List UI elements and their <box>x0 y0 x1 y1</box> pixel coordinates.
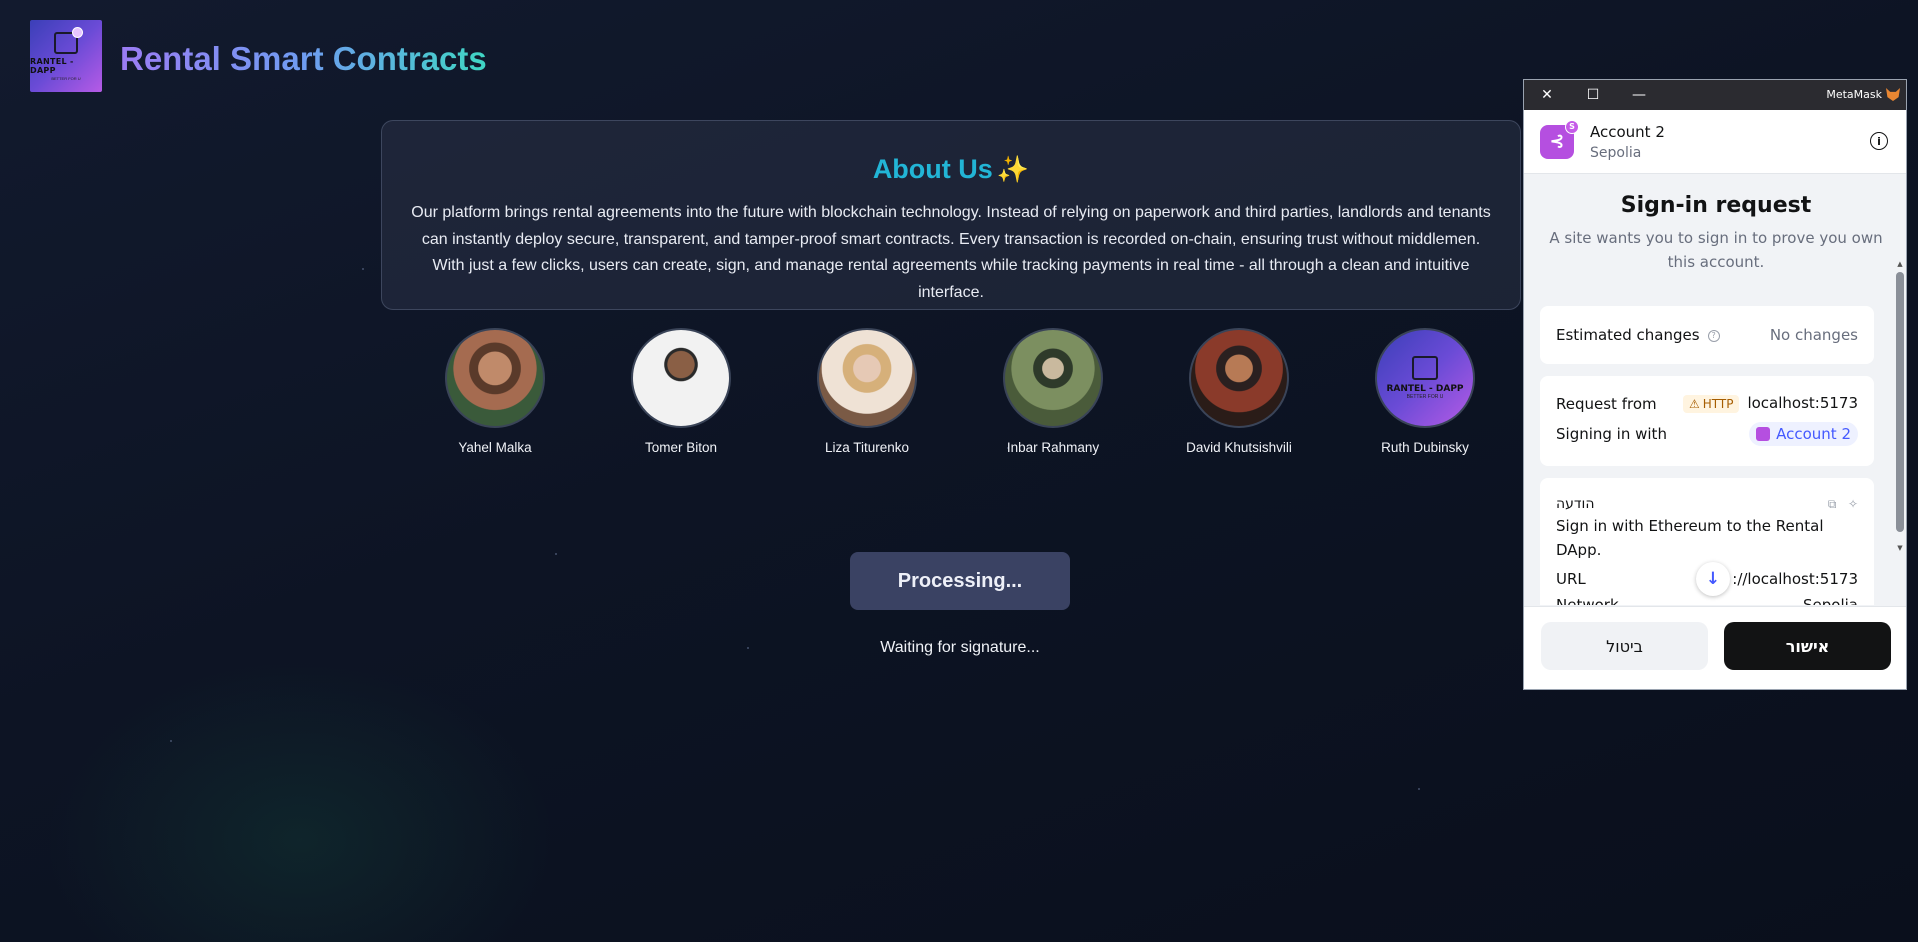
warning-icon: ⚠ <box>1688 397 1700 411</box>
scrollbar-thumb[interactable] <box>1896 272 1904 532</box>
info-icon[interactable]: i <box>1870 132 1888 150</box>
about-heading-text: About Us <box>872 154 993 184</box>
logo-tagline: BETTER FOR U <box>51 75 81 81</box>
sparkle-icon: ✨ <box>996 154 1030 184</box>
logo-tagline: BETTER FOR U <box>1406 394 1444 400</box>
scrollbar[interactable]: ▲ ▼ <box>1896 260 1904 552</box>
sparkle-icon[interactable]: ✧ <box>1848 497 1858 511</box>
message-text: Sign in with Ethereum to the Rental DApp… <box>1556 517 1824 559</box>
confirm-button[interactable]: אישור <box>1724 622 1891 670</box>
signing-account-name: Account 2 <box>1776 425 1851 443</box>
window-titlebar: ✕ ☐ — MetaMask <box>1524 80 1906 110</box>
about-card: About Us ✨ Our platform brings rental ag… <box>381 120 1521 310</box>
http-warning-badge[interactable]: ⚠ HTTP <box>1682 395 1740 413</box>
request-details-card: Request from ⚠ HTTP localhost:5173 Signing… <box>1540 376 1874 466</box>
member-name: Liza Titurenko <box>824 440 910 455</box>
account-name: Account 2 <box>1590 122 1665 141</box>
url-label: URL <box>1556 570 1586 588</box>
request-heading: Sign-in request <box>1620 193 1812 218</box>
network-label: Network <box>1556 596 1619 605</box>
processing-button[interactable]: Processing... <box>850 552 1070 610</box>
team-member: David Khutsishvili <box>1159 328 1319 455</box>
about-heading: About Us ✨ <box>873 154 1029 185</box>
scroll-up-icon[interactable]: ▲ <box>1896 260 1904 268</box>
estimated-changes-value: No changes <box>1769 326 1858 344</box>
estimated-changes-card: Estimated changes? No changes <box>1540 306 1874 364</box>
logo-text: RANTEL - DAPP <box>1386 384 1464 394</box>
message-label: הודעה <box>1556 496 1595 512</box>
logo-text: RANTEL - DAPP <box>30 56 74 75</box>
account-header: ⊰ S Account 2 Sepolia i <box>1524 110 1906 174</box>
member-name: Inbar Rahmany <box>1006 440 1100 455</box>
background-star <box>170 740 172 742</box>
cancel-button[interactable]: ביטול <box>1541 622 1708 670</box>
maximize-icon[interactable]: ☐ <box>1570 80 1616 110</box>
avatar <box>1189 328 1289 428</box>
estimated-changes-label-wrap: Estimated changes? <box>1556 326 1720 344</box>
scroll-down-icon[interactable]: ▼ <box>1896 544 1904 552</box>
metamask-fox-icon <box>1886 88 1900 101</box>
signing-in-label: Signing in with <box>1556 425 1667 443</box>
avatar <box>445 328 545 428</box>
help-icon[interactable]: ? <box>1707 329 1720 342</box>
team-member: Tomer Biton <box>601 328 761 455</box>
background-star <box>747 647 749 649</box>
minimize-icon[interactable]: — <box>1616 80 1662 110</box>
window-title: MetaMask <box>1826 88 1882 101</box>
member-name: Yahel Malka <box>458 440 532 455</box>
request-subtitle: A site wants you to sign in to prove you… <box>1549 229 1883 271</box>
scroll-to-bottom-button[interactable]: ↓ <box>1696 562 1730 596</box>
network-value: Sepolia <box>1803 596 1858 605</box>
avatar <box>1003 328 1103 428</box>
status-message: Waiting for signature... <box>880 639 1040 656</box>
team-member: Inbar Rahmany <box>973 328 1133 455</box>
http-badge-label: HTTP <box>1702 397 1734 411</box>
site-title: Rental Smart Contracts <box>120 40 487 77</box>
account-avatar: ⊰ S <box>1540 119 1579 159</box>
team-member: RANTEL - DAPP BETTER FOR U Ruth Dubinsky <box>1345 328 1505 455</box>
member-name: Tomer Biton <box>644 440 718 455</box>
request-from-value-wrap: ⚠ HTTP localhost:5173 <box>1682 394 1858 413</box>
url-value: ://localhost:5173 <box>1732 570 1858 588</box>
background-star <box>555 553 557 555</box>
network-badge: S <box>1565 119 1579 134</box>
avatar <box>631 328 731 428</box>
request-from-value: localhost:5173 <box>1747 394 1858 412</box>
background-star <box>1418 788 1420 790</box>
contract-icon <box>54 26 83 54</box>
site-logo[interactable]: RANTEL - DAPP BETTER FOR U <box>30 20 102 92</box>
about-text: Our platform brings rental agreements in… <box>411 204 1491 301</box>
account-mini-icon <box>1756 427 1771 441</box>
contract-icon <box>1412 356 1438 380</box>
copy-icon[interactable]: ⧉ <box>1828 497 1837 511</box>
member-name: Ruth Dubinsky <box>1381 440 1469 455</box>
avatar: RANTEL - DAPP BETTER FOR U <box>1375 328 1475 428</box>
close-icon[interactable]: ✕ <box>1524 80 1570 110</box>
team-member: Yahel Malka <box>415 328 575 455</box>
request-from-label: Request from <box>1556 394 1657 413</box>
avatar <box>817 328 917 428</box>
action-footer: ביטול אישור <box>1524 606 1906 689</box>
estimated-changes-label: Estimated changes <box>1556 326 1700 344</box>
account-glyph-icon: ⊰ <box>1549 131 1565 152</box>
arrow-down-icon: ↓ <box>1705 569 1721 589</box>
network-name: Sepolia <box>1590 144 1642 161</box>
metamask-window: ✕ ☐ — MetaMask ⊰ S Account 2 Sepolia i S… <box>1523 79 1907 690</box>
request-body: Sign-in request A site wants you to sign… <box>1524 175 1906 605</box>
background-star <box>362 268 364 270</box>
member-name: David Khutsishvili <box>1186 440 1292 455</box>
team-member: Liza Titurenko <box>787 328 947 455</box>
signing-account-chip[interactable]: Account 2 <box>1749 422 1858 446</box>
